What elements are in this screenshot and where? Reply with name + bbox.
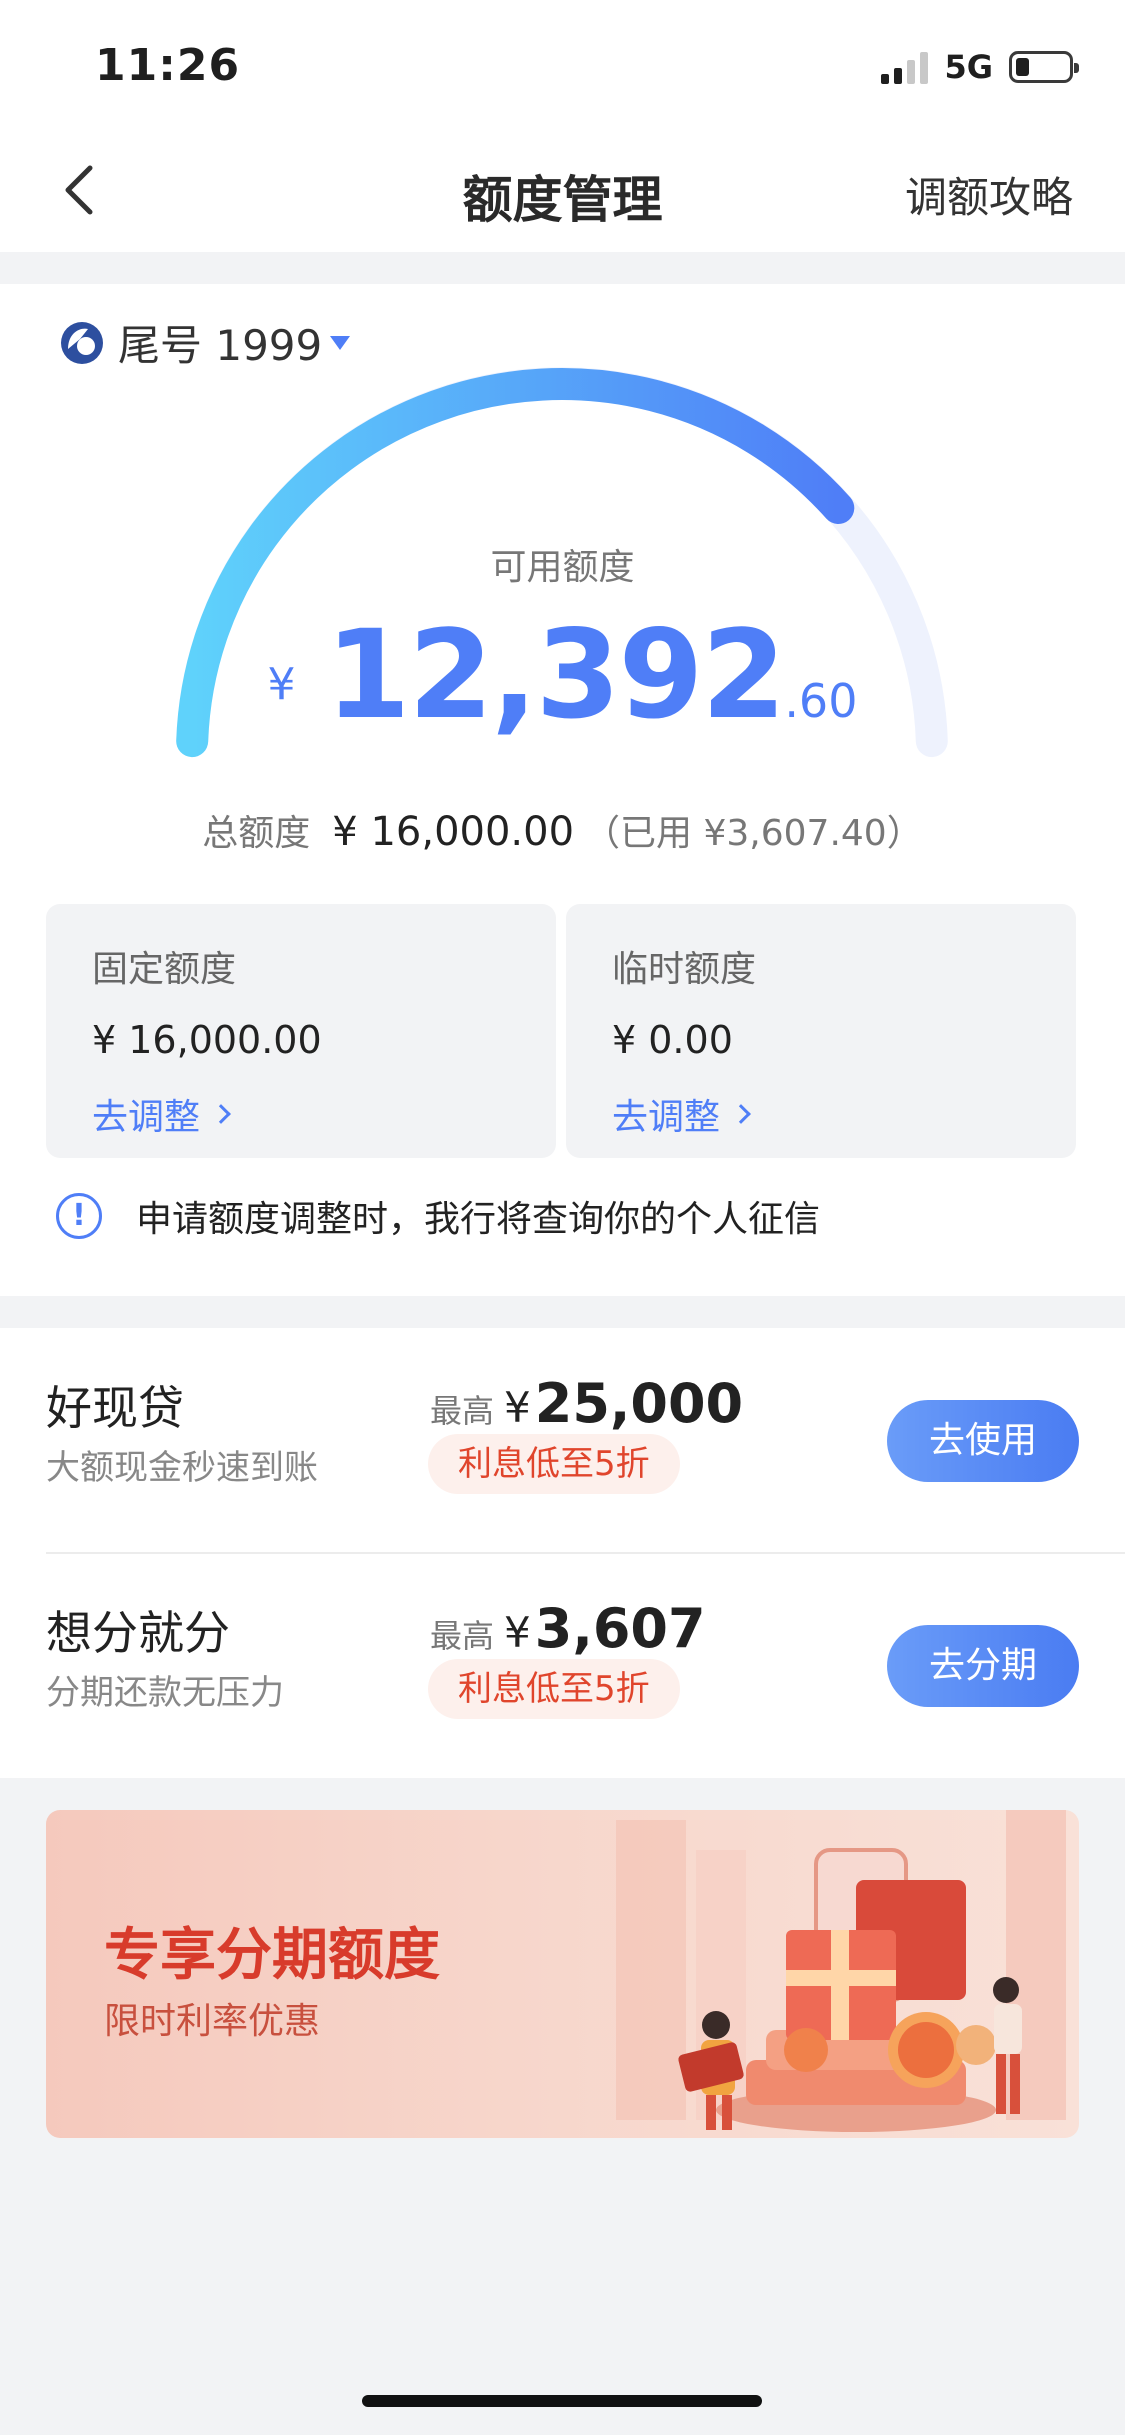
banner-title: 专享分期额度 bbox=[104, 1923, 440, 1988]
caret-down-icon bbox=[330, 335, 351, 350]
adjust-fixed-limit-link[interactable]: 去调整 bbox=[92, 1088, 510, 1140]
temp-limit-title: 临时额度 bbox=[612, 949, 757, 990]
limit-guide-link[interactable]: 调额攻略 bbox=[905, 164, 1073, 225]
banner-subtitle: 限时利率优惠 bbox=[104, 2001, 321, 2042]
used-amount: （已用 ¥3,607.40） bbox=[584, 813, 923, 854]
max-value: ¥3,607 bbox=[504, 1597, 706, 1660]
max-value-number: 3,607 bbox=[534, 1597, 706, 1660]
available-amount: ¥12,392.60 bbox=[0, 604, 1125, 746]
credit-notice: ! 申请额度调整时，我行将查询你的个人征信 bbox=[56, 1190, 820, 1242]
interest-tag: 利息低至5折 bbox=[428, 1434, 680, 1494]
limit-card: 尾号 1999 可用额度 ¥12,392.60 总额度 ¥ 16,000.00 （已… bbox=[0, 284, 1125, 1296]
offer-subtitle: 大额现金秒速到账 bbox=[46, 1448, 318, 1488]
battery-icon bbox=[1009, 51, 1079, 83]
currency-symbol: ¥ bbox=[504, 1608, 531, 1657]
max-value-number: 25,000 bbox=[534, 1372, 744, 1435]
fixed-limit-value: ¥ 16,000.00 bbox=[92, 1018, 322, 1062]
notice-text: 申请额度调整时，我行将查询你的个人征信 bbox=[136, 1199, 821, 1240]
chevron-right-icon bbox=[211, 1104, 231, 1124]
currency-symbol: ¥ bbox=[504, 1383, 531, 1432]
offers-card: 好现贷 大额现金秒速到账 最高 ¥25,000 利息低至5折 去使用 想分就分 分… bbox=[0, 1328, 1125, 1778]
max-label: 最高 bbox=[430, 1392, 495, 1430]
fixed-limit-box: 固定额度 ¥ 16,000.00 去调整 bbox=[46, 904, 556, 1158]
offer-cash-loan: 好现贷 大额现金秒速到账 最高 ¥25,000 利息低至5折 去使用 bbox=[0, 1328, 1125, 1554]
offer-max-amount: 最高 ¥25,000 bbox=[430, 1372, 743, 1435]
battery-level bbox=[1016, 58, 1029, 76]
status-bar: 11:26 5G bbox=[0, 0, 1125, 130]
adjust-label: 去调整 bbox=[612, 1097, 721, 1138]
max-label: 最高 bbox=[430, 1617, 495, 1655]
amount-integer: 12,392 bbox=[325, 604, 787, 746]
temp-limit-value: ¥ 0.00 bbox=[612, 1018, 733, 1062]
installment-button[interactable]: 去分期 bbox=[887, 1625, 1079, 1707]
offer-subtitle: 分期还款无压力 bbox=[46, 1673, 284, 1713]
home-indicator bbox=[362, 2395, 762, 2407]
amount-decimal: .60 bbox=[784, 674, 858, 728]
offer-installment: 想分就分 分期还款无压力 最高 ¥3,607 利息低至5折 去分期 bbox=[0, 1553, 1125, 1778]
temp-limit-box: 临时额度 ¥ 0.00 去调整 bbox=[566, 904, 1076, 1158]
total-limit-row: 总额度 ¥ 16,000.00 （已用 ¥3,607.40） bbox=[0, 804, 1125, 856]
info-icon: ! bbox=[56, 1193, 102, 1239]
chevron-right-icon bbox=[731, 1104, 751, 1124]
bank-logo-icon bbox=[61, 321, 103, 364]
gift-box-illustration bbox=[616, 1810, 1066, 2132]
offer-title: 想分就分 bbox=[46, 1606, 230, 1660]
adjust-label: 去调整 bbox=[92, 1097, 201, 1138]
promo-banner[interactable]: 专享分期额度 限时利率优惠 bbox=[46, 1810, 1079, 2138]
status-indicators: 5G bbox=[881, 48, 1079, 86]
total-label: 总额度 bbox=[202, 813, 311, 854]
status-time: 11:26 bbox=[95, 40, 241, 91]
max-value: ¥25,000 bbox=[504, 1372, 743, 1435]
interest-tag: 利息低至5折 bbox=[428, 1659, 680, 1719]
battery-cap bbox=[1074, 63, 1079, 73]
adjust-temp-limit-link[interactable]: 去调整 bbox=[612, 1088, 1030, 1140]
account-label: 尾号 1999 bbox=[118, 321, 323, 370]
use-button[interactable]: 去使用 bbox=[887, 1400, 1079, 1482]
available-caption: 可用额度 bbox=[490, 547, 635, 588]
cellular-signal-icon bbox=[881, 50, 929, 84]
total-value: ¥ 16,000.00 bbox=[332, 809, 575, 855]
offer-max-amount: 最高 ¥3,607 bbox=[430, 1597, 706, 1660]
nav-bar: 额度管理 调额攻略 bbox=[0, 130, 1125, 252]
offer-title: 好现贷 bbox=[46, 1381, 184, 1435]
fixed-limit-title: 固定额度 bbox=[92, 949, 237, 990]
account-selector[interactable]: 尾号 1999 bbox=[58, 312, 351, 373]
network-type: 5G bbox=[944, 48, 993, 86]
currency-symbol: ¥ bbox=[267, 659, 296, 710]
